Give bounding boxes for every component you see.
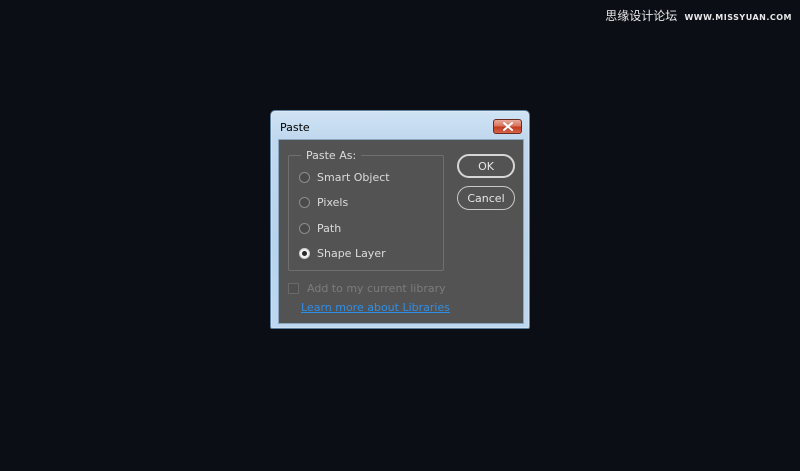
paste-as-label: Paste As: bbox=[301, 149, 362, 162]
add-to-library-option[interactable]: Add to my current library bbox=[288, 282, 446, 295]
radio-label: Path bbox=[317, 221, 342, 235]
close-button[interactable] bbox=[493, 119, 522, 134]
ok-button[interactable]: OK bbox=[457, 154, 515, 178]
dialog-body: Paste As: Smart Object Pixels Path Shape… bbox=[278, 139, 524, 324]
radio-label: Pixels bbox=[317, 195, 349, 209]
learn-more-link[interactable]: Learn more about Libraries bbox=[301, 301, 450, 314]
radio-label: Smart Object bbox=[317, 170, 390, 184]
watermark: 思缘设计论坛 WWW.MISSYUAN.COM bbox=[605, 7, 792, 24]
paste-dialog: Paste Paste As: Smart Object Pixels Path bbox=[270, 110, 530, 329]
cancel-button[interactable]: Cancel bbox=[457, 186, 515, 210]
radio-button-selected[interactable] bbox=[299, 247, 310, 259]
radio-button[interactable] bbox=[299, 222, 310, 234]
title-bar[interactable]: Paste bbox=[271, 111, 529, 138]
radio-smart-object[interactable]: Smart Object bbox=[299, 168, 390, 186]
watermark-url: WWW.MISSYUAN.COM bbox=[684, 13, 792, 22]
radio-label: Shape Layer bbox=[317, 246, 386, 260]
radio-button[interactable] bbox=[299, 196, 310, 208]
close-x-icon bbox=[503, 122, 513, 131]
radio-path[interactable]: Path bbox=[299, 219, 341, 237]
watermark-text: 思缘设计论坛 bbox=[605, 9, 678, 23]
radio-button[interactable] bbox=[299, 171, 310, 183]
add-to-library-label: Add to my current library bbox=[307, 282, 446, 295]
radio-shape-layer[interactable]: Shape Layer bbox=[299, 244, 386, 262]
add-to-library-checkbox[interactable] bbox=[288, 283, 299, 294]
dialog-title: Paste bbox=[280, 121, 310, 134]
paste-as-group: Paste As: Smart Object Pixels Path Shape… bbox=[288, 149, 444, 271]
radio-pixels[interactable]: Pixels bbox=[299, 193, 348, 211]
